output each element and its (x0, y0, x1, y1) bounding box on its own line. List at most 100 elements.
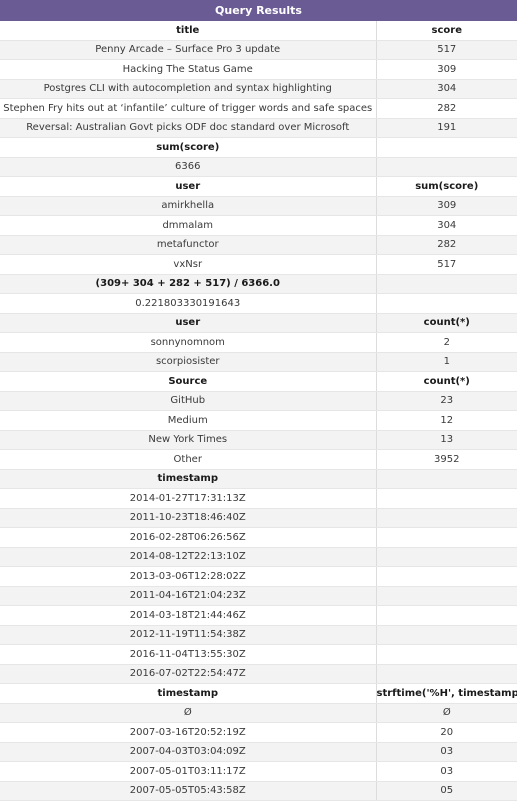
column-header: sum(score) (0, 137, 377, 158)
table-cell (376, 547, 517, 567)
column-header: sum(score) (376, 176, 517, 197)
table-row: Hacking The Status Game 309 (0, 59, 517, 80)
table-cell (376, 605, 517, 626)
table-row: 2014-03-18T21:44:46Z (0, 605, 517, 626)
table-row: Other 3952 (0, 449, 517, 470)
table-row: 2007-05-05T05:43:58Z 05 (0, 781, 517, 801)
column-header (376, 274, 517, 294)
table-cell: 2014-01-27T17:31:13Z (0, 488, 377, 509)
section-header-row: Source count(*) (0, 371, 517, 392)
table-cell (376, 625, 517, 645)
table-cell: 282 (376, 98, 517, 119)
table-cell: 309 (376, 59, 517, 80)
table-cell: Stephen Fry hits out at ‘infantile’ cult… (0, 98, 377, 119)
table-row: 2007-03-16T20:52:19Z 20 (0, 722, 517, 743)
table-cell: scorpiosister (0, 352, 377, 372)
table-row: 6366 (0, 157, 517, 177)
table-row: 2011-04-16T21:04:23Z (0, 586, 517, 606)
column-header: count(*) (376, 371, 517, 392)
table-row: New York Times 13 (0, 430, 517, 450)
table-cell: 517 (376, 40, 517, 60)
table-cell: Postgres CLI with autocompletion and syn… (0, 79, 377, 99)
table-row: 2014-08-12T22:13:10Z (0, 547, 517, 567)
column-header: strftime('%H', timestamp) (376, 683, 517, 704)
table-cell: 2012-11-19T11:54:38Z (0, 625, 377, 645)
column-header: score (376, 21, 517, 41)
column-header: user (0, 176, 377, 197)
table-cell: 2007-04-03T03:04:09Z (0, 742, 377, 762)
table-cell (376, 508, 517, 528)
table-cell: dmmalam (0, 215, 377, 236)
table-cell: 2016-11-04T13:55:30Z (0, 644, 377, 665)
table-row: 0.221803330191643 (0, 293, 517, 314)
table-cell: 2016-02-28T06:26:56Z (0, 527, 377, 548)
table-cell: 6366 (0, 157, 377, 177)
table-row: sonnynomnom 2 (0, 332, 517, 353)
table-cell: 2 (376, 332, 517, 353)
table-cell: vxNsr (0, 254, 377, 275)
table-row: Postgres CLI with autocompletion and syn… (0, 79, 517, 99)
table-cell (376, 586, 517, 606)
table-cell (376, 644, 517, 665)
table-cell: 2011-04-16T21:04:23Z (0, 586, 377, 606)
table-row: metafunctor 282 (0, 235, 517, 255)
table-row: dmmalam 304 (0, 215, 517, 236)
table-row: 2011-10-23T18:46:40Z (0, 508, 517, 528)
table-cell: Hacking The Status Game (0, 59, 377, 80)
table-cell (376, 488, 517, 509)
column-header: user (0, 313, 377, 333)
section-header-row: timestamp (0, 469, 517, 489)
table-row: 2014-01-27T17:31:13Z (0, 488, 517, 509)
table-cell: 3952 (376, 449, 517, 470)
table-row: scorpiosister 1 (0, 352, 517, 372)
table-cell: 282 (376, 235, 517, 255)
section-header-row: user sum(score) (0, 176, 517, 197)
column-header: title (0, 21, 377, 41)
table-row: Medium 12 (0, 410, 517, 431)
table-row: Stephen Fry hits out at ‘infantile’ cult… (0, 98, 517, 119)
table-cell: 03 (376, 761, 517, 782)
table-cell: 1 (376, 352, 517, 372)
section-header-row: title score (0, 21, 517, 41)
table-cell: 0.221803330191643 (0, 293, 377, 314)
table-row: 2016-02-28T06:26:56Z (0, 527, 517, 548)
results-body: title score Penny Arcade – Surface Pro 3 u… (0, 21, 517, 801)
table-row: 2007-05-01T03:11:17Z 03 (0, 761, 517, 782)
column-header (376, 137, 517, 158)
table-cell: amirkhella (0, 196, 377, 216)
table-cell: 20 (376, 722, 517, 743)
table-cell: 191 (376, 118, 517, 138)
table-cell: 304 (376, 79, 517, 99)
column-header: (309+ 304 + 282 + 517) / 6366.0 (0, 274, 377, 294)
table-cell: Penny Arcade – Surface Pro 3 update (0, 40, 377, 60)
table-cell: 2014-08-12T22:13:10Z (0, 547, 377, 567)
table-cell: 12 (376, 410, 517, 431)
column-header: count(*) (376, 313, 517, 333)
table-cell (376, 293, 517, 314)
table-row: 2016-07-02T22:54:47Z (0, 664, 517, 684)
table-cell: Ø (376, 703, 517, 723)
query-results-header: Query Results (0, 0, 517, 21)
table-cell (376, 664, 517, 684)
table-row: vxNsr 517 (0, 254, 517, 275)
table-cell: Reversal: Australian Govt picks ODF doc … (0, 118, 377, 138)
table-cell: 2011-10-23T18:46:40Z (0, 508, 377, 528)
table-cell: 309 (376, 196, 517, 216)
table-row: Penny Arcade – Surface Pro 3 update 517 (0, 40, 517, 60)
table-cell: 517 (376, 254, 517, 275)
table-row: 2012-11-19T11:54:38Z (0, 625, 517, 645)
table-cell: 2013-03-06T12:28:02Z (0, 566, 377, 587)
section-header-row: (309+ 304 + 282 + 517) / 6366.0 (0, 274, 517, 294)
query-results-title: Query Results (215, 4, 302, 17)
table-row: Reversal: Australian Govt picks ODF doc … (0, 118, 517, 138)
section-header-row: timestamp strftime('%H', timestamp) (0, 683, 517, 704)
table-cell (376, 566, 517, 587)
table-cell: New York Times (0, 430, 377, 450)
column-header: Source (0, 371, 377, 392)
table-cell: 23 (376, 391, 517, 411)
table-cell: 03 (376, 742, 517, 762)
table-cell: 2007-05-05T05:43:58Z (0, 781, 377, 801)
section-header-row: user count(*) (0, 313, 517, 333)
table-cell: 2007-05-01T03:11:17Z (0, 761, 377, 782)
table-cell: 13 (376, 430, 517, 450)
